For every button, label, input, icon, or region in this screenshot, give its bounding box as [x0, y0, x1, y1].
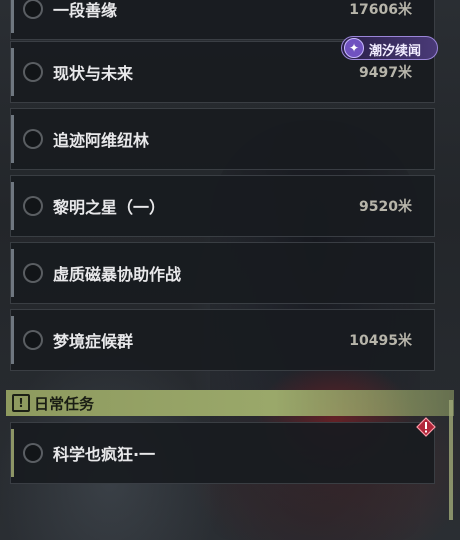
daily-quests-section-header[interactable]: ! 日常任务: [6, 390, 454, 416]
quest-radio-button[interactable]: [23, 196, 43, 216]
quest-distance: 9497米: [359, 65, 412, 81]
quest-item[interactable]: 梦境症候群 10495米: [10, 309, 435, 371]
quest-title: 现状与未来: [53, 64, 134, 83]
quest-item-accent-bar: [11, 48, 14, 96]
quest-radio-button[interactable]: [23, 443, 43, 463]
tide-logo-icon: ✦: [344, 38, 364, 58]
scrollbar-thumb[interactable]: [449, 400, 453, 520]
quest-item-accent-bar: [11, 429, 14, 477]
quest-item[interactable]: 黎明之星（一） 9520米: [10, 175, 435, 237]
quest-title: 追迹阿维纽林: [53, 131, 150, 150]
quest-radio-button[interactable]: [23, 330, 43, 350]
exclamation-icon: !: [12, 394, 30, 412]
quest-item[interactable]: 追迹阿维纽林: [10, 108, 435, 170]
quest-title: 黎明之星（一）: [53, 198, 166, 217]
quest-title: 虚质磁暴协助作战: [53, 265, 182, 284]
section-label: 日常任务: [34, 395, 95, 413]
quest-title: 一段善缘: [53, 1, 118, 20]
quest-title: 梦境症候群: [53, 332, 134, 351]
quest-distance: 17606米: [349, 2, 412, 18]
badge-label: 潮汐续闻: [369, 44, 422, 59]
quest-distance: 9520米: [359, 199, 412, 215]
quest-item-accent-bar: [11, 249, 14, 297]
quest-distance: 10495米: [349, 333, 412, 349]
quest-radio-button[interactable]: [23, 129, 43, 149]
quest-item-accent-bar: [11, 182, 14, 230]
quest-item-accent-bar: [11, 316, 14, 364]
daily-quest-item[interactable]: 科学也疯狂·一: [10, 422, 435, 484]
warning-diamond-icon: [416, 417, 436, 437]
quest-radio-button[interactable]: [23, 263, 43, 283]
quest-item-accent-bar: [11, 0, 14, 33]
quest-item[interactable]: 一段善缘 17606米: [10, 0, 435, 40]
quest-radio-button[interactable]: [23, 62, 43, 82]
quest-title: 科学也疯狂·一: [53, 445, 156, 464]
quest-item[interactable]: 虚质磁暴协助作战: [10, 242, 435, 304]
quest-item-accent-bar: [11, 115, 14, 163]
tide-news-badge[interactable]: ✦ 潮汐续闻: [341, 36, 438, 60]
quest-radio-button[interactable]: [23, 0, 43, 19]
